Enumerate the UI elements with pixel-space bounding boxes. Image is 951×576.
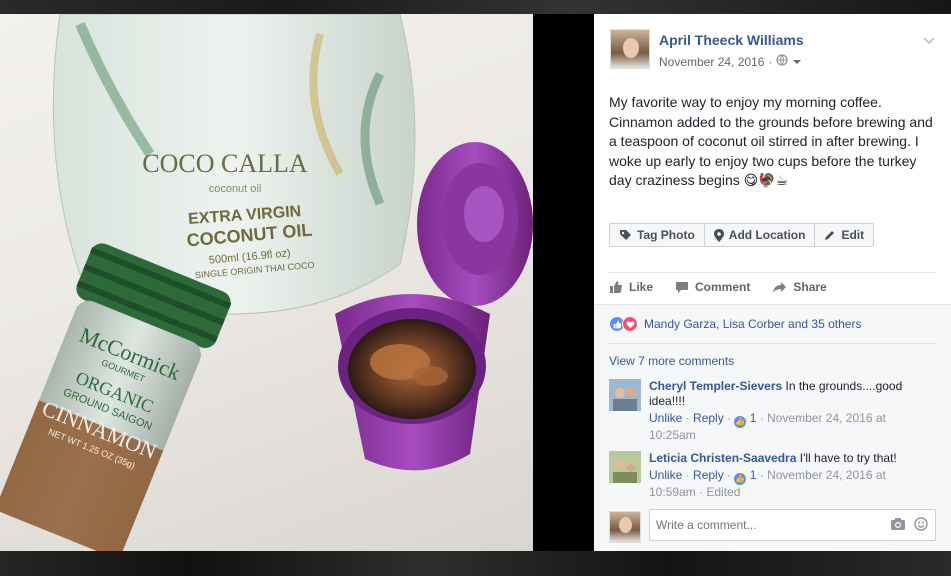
commenter-avatar[interactable] [609, 451, 641, 483]
post-action-bar: Like Comment Share [609, 280, 849, 294]
comment-bubble-icon [676, 281, 689, 293]
comment-button[interactable]: Comment [675, 280, 750, 294]
photo-panel-gap [533, 14, 594, 551]
thumbs-up-icon [610, 281, 622, 293]
love-reaction-icon [622, 316, 638, 332]
share-button[interactable]: Share [772, 280, 827, 294]
share-arrow-icon [773, 282, 787, 293]
add-location-label: Add Location [728, 228, 806, 242]
backdrop-bottom [0, 551, 951, 576]
add-location-button[interactable]: Add Location [705, 224, 816, 246]
photo-illustration: COCO CALLA coconut oil EXTRA VIRGIN COCO… [0, 14, 533, 551]
thumbs-up-icon: 👍 [734, 473, 747, 485]
tag-icon [620, 229, 631, 240]
reactions-summary[interactable]: Mandy Garza, Lisa Corber and 35 others [609, 316, 861, 332]
comment-label: Comment [695, 280, 751, 294]
pencil-icon [825, 231, 835, 240]
post-options-chevron-icon[interactable] [923, 34, 935, 45]
reply-link[interactable]: Reply [693, 411, 724, 425]
meta-separator: · [768, 54, 773, 69]
reply-link[interactable]: Reply [693, 468, 724, 482]
camera-icon[interactable] [890, 517, 906, 531]
comment-time[interactable]: November 24, 2016 at 10:59am [649, 468, 886, 499]
unlike-link[interactable]: Unlike [649, 468, 682, 482]
divider [609, 343, 936, 344]
post-photo[interactable]: COCO CALLA coconut oil EXTRA VIRGIN COCO… [0, 14, 533, 551]
divider [609, 272, 936, 273]
unlike-link[interactable]: Unlike [649, 411, 682, 425]
photo-actions: Tag Photo Add Location Edit [609, 223, 875, 247]
comment-meta: Unlike · Reply · 👍 1 · November 24, 2016… [649, 411, 886, 442]
reactions-text: Mandy Garza, Lisa Corber and 35 others [644, 317, 862, 331]
edit-button[interactable]: Edit [815, 224, 873, 246]
current-user-avatar [609, 511, 641, 543]
comment-item: Leticia Christen-Saavedra I'll have to t… [609, 451, 929, 500]
edited-label[interactable]: Edited [706, 485, 740, 499]
comment-item: Cheryl Templer-Sievers In the grounds...… [609, 379, 929, 443]
comments-area: Mandy Garza, Lisa Corber and 35 others V… [594, 304, 951, 551]
commenter-name[interactable]: Cheryl Templer-Sievers [649, 379, 782, 393]
backdrop-top [0, 0, 951, 14]
post-date[interactable]: November 24, 2016 [659, 55, 764, 69]
view-more-comments-link[interactable]: View 7 more comments [609, 354, 734, 368]
write-comment-row [609, 509, 936, 543]
commenter-name[interactable]: Leticia Christen-Saavedra [649, 451, 796, 465]
like-button[interactable]: Like [609, 280, 653, 294]
jar-sub: coconut oil [209, 183, 262, 195]
globe-icon[interactable] [776, 54, 789, 69]
thumbs-up-icon: 👍 [734, 416, 747, 428]
cinnamon-shaker: McCormick GOURMET ORGANIC GROUND SAIGON … [0, 243, 232, 551]
share-label: Share [793, 280, 827, 294]
location-pin-icon [713, 228, 724, 242]
author-avatar[interactable] [610, 29, 650, 69]
comment-text: I'll have to try that! [796, 451, 897, 465]
comment-like-count[interactable]: 1 [750, 411, 757, 425]
emoji-icon[interactable] [914, 517, 928, 531]
comment-meta: Unlike · Reply · 👍 1 · November 24, 2016… [649, 468, 886, 499]
comment-time[interactable]: November 24, 2016 at 10:25am [649, 411, 886, 442]
tag-photo-label: Tag Photo [637, 228, 695, 242]
tag-photo-button[interactable]: Tag Photo [610, 224, 705, 246]
author-name[interactable]: April Theeck Williams [659, 32, 804, 48]
privacy-dropdown-icon[interactable] [792, 55, 802, 69]
like-label: Like [629, 280, 654, 294]
jar-brand: COCO CALLA [142, 149, 308, 178]
post-text: My favorite way to enjoy my morning coff… [609, 94, 933, 188]
post-side-panel: April Theeck Williams November 24, 2016 … [594, 14, 951, 551]
comment-like-count[interactable]: 1 [750, 468, 757, 482]
comment-input-icons [890, 517, 928, 531]
commenter-avatar[interactable] [609, 379, 641, 411]
post-meta: November 24, 2016 · [659, 54, 802, 69]
edit-label: Edit [841, 228, 865, 242]
